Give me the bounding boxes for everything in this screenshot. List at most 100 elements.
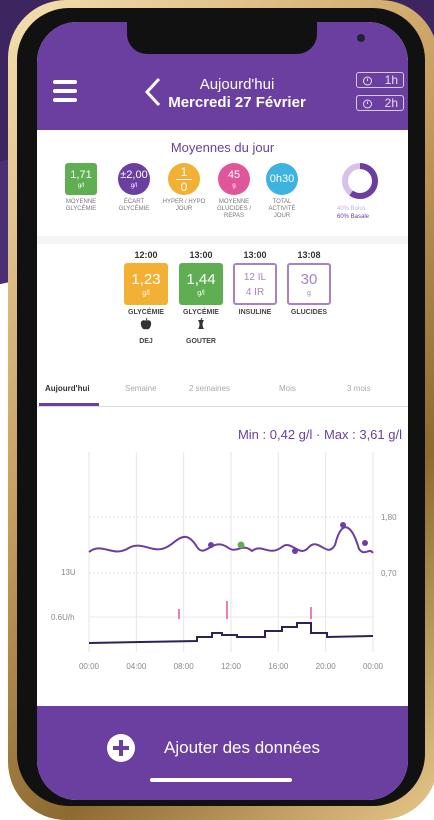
stat-mean-glucose[interactable]: 1,71 g/l MOYENNE GLYCÉMIE bbox=[59, 163, 103, 213]
footer-bar: Ajouter des données bbox=[37, 706, 408, 800]
event-meal: DEJ bbox=[139, 338, 153, 345]
glucose-point bbox=[340, 522, 346, 528]
camera bbox=[357, 34, 365, 42]
glucose-insulin-chart[interactable]: 00:00 04:00 08:00 12:00 16:00 20:00 00:00 1,80 0… bbox=[37, 447, 408, 687]
stat-badge: ±2,00 g/l bbox=[118, 163, 150, 195]
daily-averages-card: Moyennes du jour 1,71 g/l MOYENNE GLYCÉM… bbox=[37, 130, 408, 236]
event-unit: 4 IR bbox=[245, 287, 265, 298]
stat-value: 45 bbox=[227, 168, 241, 181]
event-unit: g bbox=[307, 290, 311, 297]
stat-label: MOYENNE GLUCIDES / REPAS bbox=[216, 199, 251, 219]
glucose-chart-panel: Min : 0,42 g/l · Max : 3,61 g/l 00:00 04:… bbox=[37, 407, 408, 707]
stat-value-2: 0 bbox=[180, 179, 188, 194]
menu-icon[interactable] bbox=[53, 80, 77, 102]
event-tile: 1,44 g/l bbox=[179, 263, 223, 305]
notch bbox=[127, 22, 365, 54]
event-time: 13:08 bbox=[297, 250, 321, 260]
time-range-label: 2h bbox=[384, 96, 398, 110]
add-data-button[interactable]: Ajouter des données bbox=[164, 738, 320, 758]
event-tile: 12 IL 4 IR bbox=[233, 263, 277, 305]
stat-label: ÉCART GLYCÉMIE bbox=[118, 199, 150, 212]
x-tick-label: 12:00 bbox=[221, 662, 242, 671]
tab-week[interactable]: Semaine bbox=[125, 384, 157, 393]
right-tick-label: 0,70 bbox=[381, 569, 397, 578]
stat-badge: 1,71 g/l bbox=[65, 163, 97, 195]
event-glycemie-2[interactable]: 13:00 1,44 g/l GLYCÉMIE GOUTER bbox=[176, 250, 226, 345]
tab-3-months[interactable]: 3 mois bbox=[347, 384, 371, 393]
x-tick-label: 00:00 bbox=[363, 662, 384, 671]
stat-label: MOYENNE GLYCÉMIE bbox=[65, 199, 97, 212]
event-time: 13:00 bbox=[189, 250, 213, 260]
event-insuline[interactable]: 13:00 12 IL 4 IR INSULINE bbox=[230, 250, 280, 316]
event-value: 1,44 bbox=[186, 271, 216, 288]
event-tile: 1,23 g/l bbox=[124, 263, 168, 305]
left-tick-label: 0.6U/h bbox=[51, 613, 75, 622]
event-value: 12 IL bbox=[243, 272, 267, 283]
right-tick-label: 1,80 bbox=[381, 513, 397, 522]
period-tabs: Aujourd'hui Semaine 2 semaines Mois 3 mo… bbox=[37, 376, 408, 407]
glucose-point-highlight bbox=[237, 541, 245, 549]
stat-unit: g bbox=[232, 182, 236, 189]
event-unit: g/l bbox=[142, 290, 150, 297]
event-type: GLYCÉMIE bbox=[128, 309, 164, 316]
current-date[interactable]: Mercredi 27 Février bbox=[157, 94, 317, 111]
event-value: 1,23 bbox=[131, 271, 161, 288]
stat-value: 0h30 bbox=[269, 172, 295, 185]
stat-glucose-deviation[interactable]: ±2,00 g/l ÉCART GLYCÉMIE bbox=[112, 163, 156, 213]
time-range-label: 1h bbox=[384, 73, 398, 87]
tab-month[interactable]: Mois bbox=[279, 384, 296, 393]
apple-core-icon bbox=[198, 317, 204, 329]
event-unit: g/l bbox=[197, 290, 205, 297]
x-tick-label: 16:00 bbox=[268, 662, 289, 671]
stat-label: HYPER / HYPO JOUR bbox=[162, 199, 206, 212]
card-title: Moyennes du jour bbox=[170, 140, 275, 155]
x-tick-label: 20:00 bbox=[316, 662, 337, 671]
glucose-point bbox=[208, 542, 214, 548]
page-title: Aujourd'hui bbox=[199, 76, 275, 93]
time-range-2h-button[interactable]: 2h bbox=[356, 95, 404, 111]
stat-value: 1,71 bbox=[70, 168, 92, 181]
event-glycemie-1[interactable]: 12:00 1,23 g/l GLYCÉMIE DEJ bbox=[121, 250, 171, 345]
min-max-readout: Min : 0,42 g/l · Max : 3,61 g/l bbox=[237, 427, 402, 442]
event-type: INSULINE bbox=[238, 309, 272, 316]
stat-value: ±2,00 bbox=[120, 168, 148, 181]
glucose-point bbox=[362, 540, 368, 546]
bolus-basale-donut[interactable] bbox=[339, 160, 381, 202]
add-icon[interactable] bbox=[107, 734, 135, 762]
tab-today[interactable]: Aujourd'hui bbox=[45, 384, 90, 393]
event-type: GLYCÉMIE bbox=[183, 309, 219, 316]
stat-total-activity[interactable]: 0h30 TOTAL ACTIVITÉ JOUR bbox=[260, 163, 304, 220]
apple-icon bbox=[140, 317, 152, 330]
event-glucides[interactable]: 13:08 30 g GLUCIDES bbox=[284, 250, 334, 316]
tab-2-weeks[interactable]: 2 semaines bbox=[189, 384, 230, 393]
home-indicator bbox=[150, 778, 292, 782]
stat-value: 1 bbox=[180, 164, 188, 179]
stat-badge: 0h30 bbox=[266, 163, 298, 195]
left-tick-label: 13U bbox=[61, 568, 76, 577]
event-time: 12:00 bbox=[134, 250, 158, 260]
event-meal: GOUTER bbox=[186, 338, 216, 345]
active-tab-indicator bbox=[39, 403, 99, 406]
app-screen: Aujourd'hui Mercredi 27 Février 1h 2h Mo… bbox=[37, 22, 408, 800]
event-value: 30 bbox=[300, 271, 318, 288]
events-card: 12:00 1,23 g/l GLYCÉMIE DEJ 13:00 1,44 g… bbox=[37, 244, 408, 376]
event-time: 13:00 bbox=[243, 250, 267, 260]
x-tick-label: 08:00 bbox=[174, 662, 195, 671]
stat-mean-carbs[interactable]: 45 g MOYENNE GLUCIDES / REPAS bbox=[212, 163, 256, 220]
stat-unit: g/l bbox=[77, 182, 85, 189]
bolus-percent: 40% Bolus bbox=[337, 206, 366, 212]
alarm-clock-icon bbox=[363, 76, 372, 85]
event-type: GLUCIDES bbox=[290, 309, 328, 316]
stat-hyper-hypo[interactable]: 1 0 HYPER / HYPO JOUR bbox=[162, 163, 206, 213]
stat-badge: 45 g bbox=[218, 163, 250, 195]
event-tile: 30 g bbox=[287, 263, 331, 305]
stat-badge: 1 0 bbox=[168, 163, 200, 195]
stat-label: TOTAL ACTIVITÉ JOUR bbox=[268, 199, 296, 219]
basale-percent: 60% Basale bbox=[337, 214, 370, 220]
time-range-1h-button[interactable]: 1h bbox=[356, 72, 404, 88]
x-tick-label: 00:00 bbox=[79, 662, 100, 671]
alarm-clock-icon bbox=[363, 99, 372, 108]
stat-unit: g/l bbox=[130, 182, 138, 189]
glucose-point bbox=[292, 548, 298, 554]
x-tick-label: 04:00 bbox=[126, 662, 147, 671]
